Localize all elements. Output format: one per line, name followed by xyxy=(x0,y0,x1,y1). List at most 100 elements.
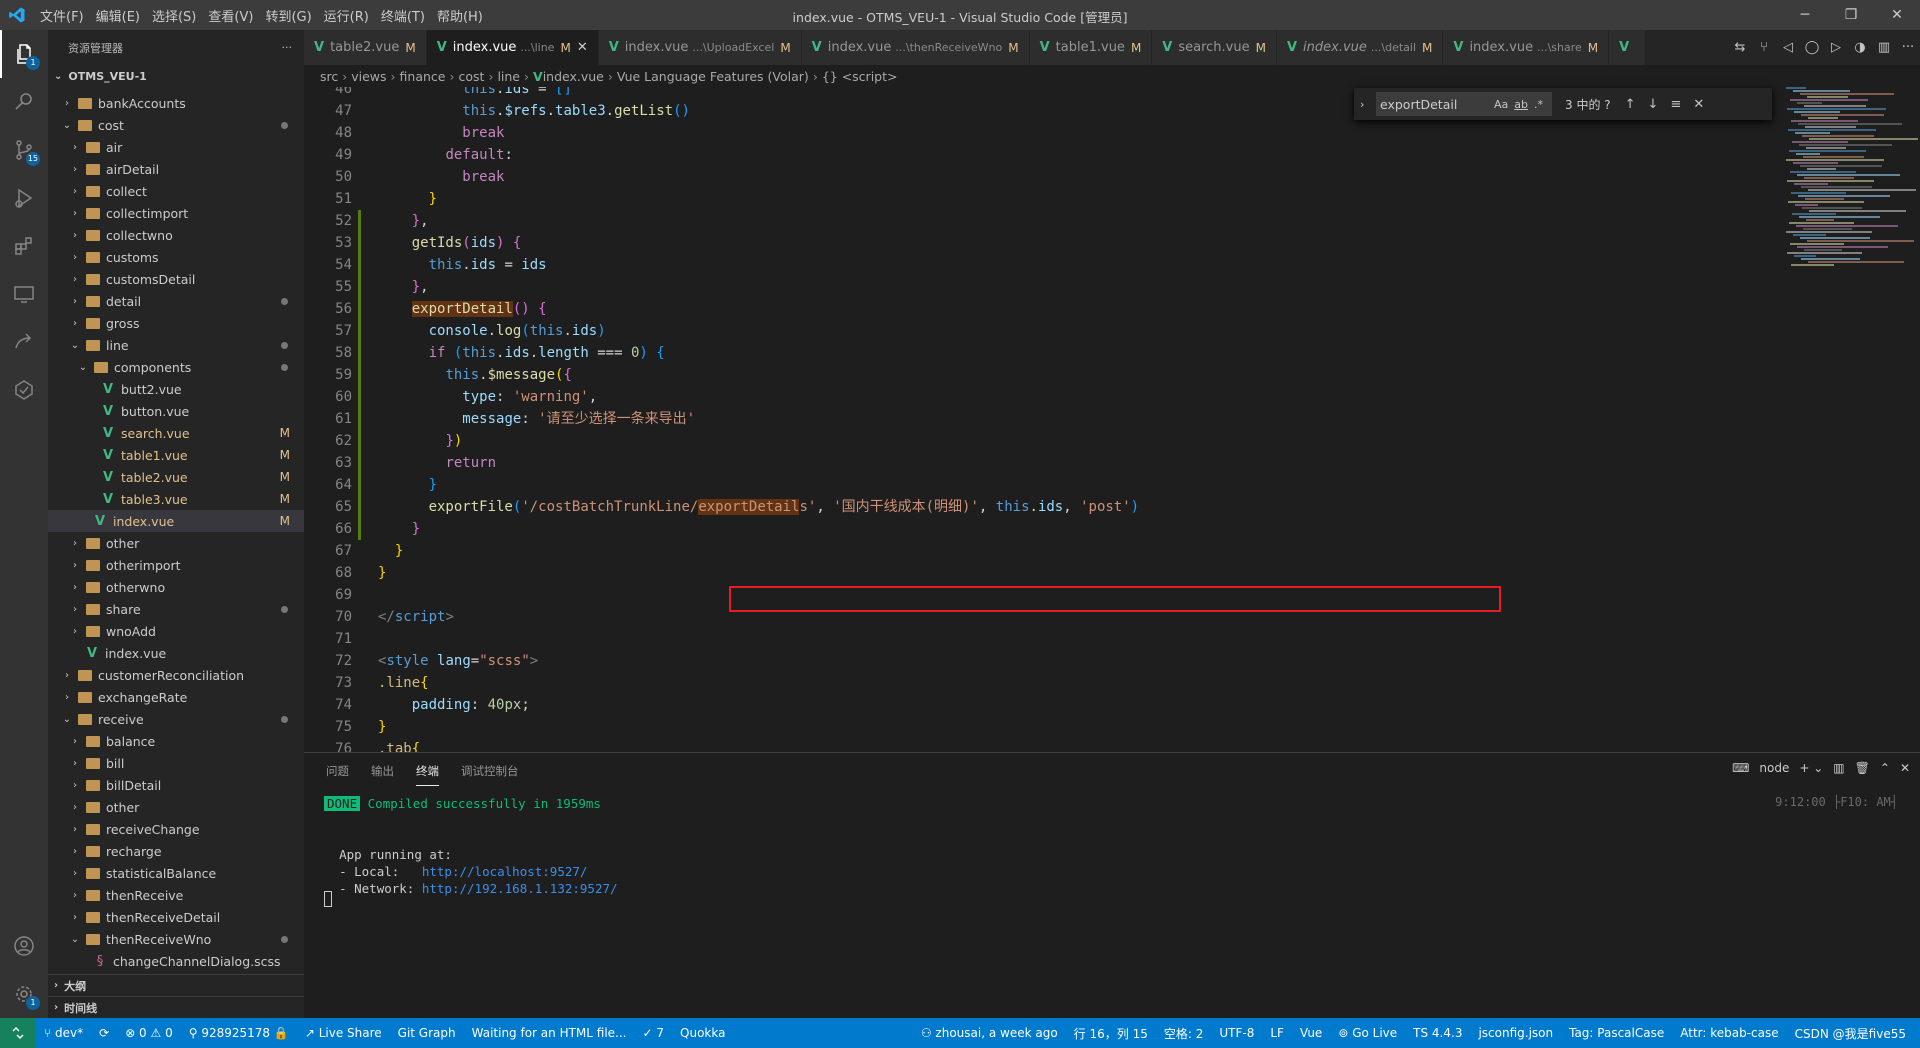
checks-status[interactable]: ✓ 7 xyxy=(635,1026,673,1040)
sync-icon[interactable]: ⟳ xyxy=(91,1026,117,1040)
close-window-button[interactable]: ✕ xyxy=(1874,0,1920,30)
timeline-section[interactable]: › 时间线 xyxy=(48,996,304,1018)
waiting-status[interactable]: Waiting for an HTML file... xyxy=(464,1026,635,1040)
language-mode[interactable]: Vue xyxy=(1292,1026,1330,1040)
quokka-status[interactable]: Quokka xyxy=(672,1026,733,1040)
tree-item[interactable]: › wnoAdd xyxy=(48,620,304,642)
tree-item[interactable]: ⌄ line xyxy=(48,334,304,356)
panel-tab[interactable]: 终端 xyxy=(416,763,439,786)
go-live-status[interactable]: ⊚ Go Live xyxy=(1330,1026,1405,1040)
tree-item[interactable]: Vsearch.vue M xyxy=(48,422,304,444)
project-root[interactable]: ⌄ OTMS_VEU-1 xyxy=(48,65,304,87)
attr-case-status[interactable]: Attr: kebab-case xyxy=(1672,1026,1786,1040)
tree-item[interactable]: › collect xyxy=(48,180,304,202)
tree-item[interactable]: ⌄ cost xyxy=(48,114,304,136)
tree-item[interactable]: › billDetail xyxy=(48,774,304,796)
minimap[interactable] xyxy=(1786,87,1918,267)
outline-section[interactable]: › 大纲 xyxy=(48,974,304,996)
menu-item[interactable]: 运行(R) xyxy=(318,6,375,25)
testing-icon[interactable] xyxy=(0,366,48,414)
tree-item[interactable]: › exchangeRate xyxy=(48,686,304,708)
local-url-link[interactable]: http://localhost:9527/ xyxy=(422,864,588,879)
search-icon[interactable] xyxy=(0,78,48,126)
regex-icon[interactable]: .* xyxy=(1534,98,1543,111)
live-share-status[interactable]: ↗ Live Share xyxy=(297,1026,390,1040)
split-terminal-icon[interactable]: ▥ xyxy=(1833,761,1844,775)
branch-status[interactable]: ⑂ dev* xyxy=(36,1026,91,1040)
remote-indicator-icon[interactable] xyxy=(0,1018,36,1048)
tree-item[interactable]: ⌄ components xyxy=(48,356,304,378)
tree-item[interactable]: › other xyxy=(48,532,304,554)
breadcrumb-item[interactable]: index.vue xyxy=(543,69,604,84)
minimize-button[interactable]: ─ xyxy=(1782,0,1828,30)
tree-item[interactable]: Vbutton.vue xyxy=(48,400,304,422)
network-url-link[interactable]: http://192.168.1.132:9527/ xyxy=(422,881,618,896)
new-terminal-icon[interactable]: + ⌄ xyxy=(1799,761,1823,775)
source-control-icon[interactable]: 15 xyxy=(0,126,48,174)
breadcrumb-item[interactable]: views xyxy=(351,69,386,84)
menu-item[interactable]: 转到(G) xyxy=(259,6,317,25)
tree-item[interactable]: › thenReceive xyxy=(48,884,304,906)
match-word-icon[interactable]: ab xyxy=(1514,98,1528,111)
tree-item[interactable]: › bill xyxy=(48,752,304,774)
tree-item[interactable]: Vindex.vue M xyxy=(48,510,304,532)
tag-case-status[interactable]: Tag: PascalCase xyxy=(1561,1026,1672,1040)
panel-tab[interactable]: 调试控制台 xyxy=(461,763,519,786)
editor-tab[interactable]: Vindex.vue ...\detail M xyxy=(1276,30,1444,65)
tree-item[interactable]: › collectwno xyxy=(48,224,304,246)
tree-item[interactable]: › otherwno xyxy=(48,576,304,598)
previous-change-icon[interactable]: ◁ xyxy=(1776,40,1800,55)
menu-item[interactable]: 帮助(H) xyxy=(431,6,489,25)
maximize-panel-icon[interactable]: ⌃ xyxy=(1880,761,1890,775)
editor-tab[interactable]: Vtable2.vue M xyxy=(304,30,427,65)
tree-item[interactable]: Vbutt2.vue xyxy=(48,378,304,400)
tree-item[interactable]: › statisticalBalance xyxy=(48,862,304,884)
breadcrumb-item[interactable]: line xyxy=(497,69,520,84)
more-actions-icon[interactable]: ··· xyxy=(282,41,293,54)
breadcrumb-item[interactable]: finance xyxy=(400,69,446,84)
tree-item[interactable]: › thenReceiveDetail xyxy=(48,906,304,928)
tree-item[interactable]: › customerReconciliation xyxy=(48,664,304,686)
remote-explorer-icon[interactable] xyxy=(0,270,48,318)
panel-tab[interactable]: 输出 xyxy=(371,763,394,786)
editor-tab[interactable]: Vindex.vue ...\UploadExcel M xyxy=(598,30,802,65)
tree-item[interactable]: › air xyxy=(48,136,304,158)
breadcrumb-item[interactable]: {} <script> xyxy=(822,69,898,84)
extensions-icon[interactable] xyxy=(0,222,48,270)
tree-item[interactable]: Vtable2.vue M xyxy=(48,466,304,488)
tree-item[interactable]: Vindex.vue xyxy=(48,642,304,664)
live-share-icon[interactable] xyxy=(0,318,48,366)
settings-gear-icon[interactable]: 1 xyxy=(0,970,48,1018)
toggle-replace-icon[interactable]: › xyxy=(1360,98,1364,111)
tree-item[interactable]: › airDetail xyxy=(48,158,304,180)
menu-item[interactable]: 查看(V) xyxy=(202,6,259,25)
restore-button[interactable]: ❐ xyxy=(1828,0,1874,30)
menu-item[interactable]: 编辑(E) xyxy=(90,6,146,25)
editor-tab[interactable]: Vsearch.vue M xyxy=(1152,30,1277,65)
menu-item[interactable]: 文件(F) xyxy=(34,6,90,25)
editor-tab[interactable]: Vindex.vue ...\line M ✕ xyxy=(426,30,599,65)
split-editor-icon[interactable]: ▥ xyxy=(1872,40,1896,55)
breadcrumb-item[interactable]: cost xyxy=(459,69,485,84)
terminal-shell[interactable]: node xyxy=(1759,761,1789,775)
close-find-icon[interactable]: ✕ xyxy=(1693,97,1704,112)
ts-version[interactable]: TS 4.4.3 xyxy=(1405,1026,1470,1040)
tree-item[interactable]: › collectimport xyxy=(48,202,304,224)
terminal-output[interactable]: DONE Compiled successfully in 1959ms App… xyxy=(324,795,618,897)
more-editor-actions-icon[interactable]: ··· xyxy=(1896,40,1920,55)
git-blame-status[interactable]: ⚇ zhousai, a week ago xyxy=(913,1026,1066,1040)
go-to-change-icon[interactable]: ◯ xyxy=(1800,40,1824,55)
tree-item[interactable]: › detail xyxy=(48,290,304,312)
tree-item[interactable]: ⌄ thenReceiveWno xyxy=(48,928,304,950)
run-debug-icon[interactable] xyxy=(0,174,48,222)
jsconfig-status[interactable]: jsconfig.json xyxy=(1470,1026,1561,1040)
panel-tab[interactable]: 问题 xyxy=(326,763,349,786)
compare-icon[interactable]: ⇆ xyxy=(1728,40,1752,55)
breadcrumb-item[interactable]: src xyxy=(320,69,338,84)
tree-item[interactable]: § changeChannelDialog.scss xyxy=(48,950,304,972)
tree-item[interactable]: › receiveChange xyxy=(48,818,304,840)
tree-item[interactable]: › balance xyxy=(48,730,304,752)
tree-item[interactable]: Vtable1.vue M xyxy=(48,444,304,466)
menu-item[interactable]: 选择(S) xyxy=(146,6,202,25)
problems-status[interactable]: ⊗ 0 ⚠ 0 xyxy=(117,1026,181,1040)
